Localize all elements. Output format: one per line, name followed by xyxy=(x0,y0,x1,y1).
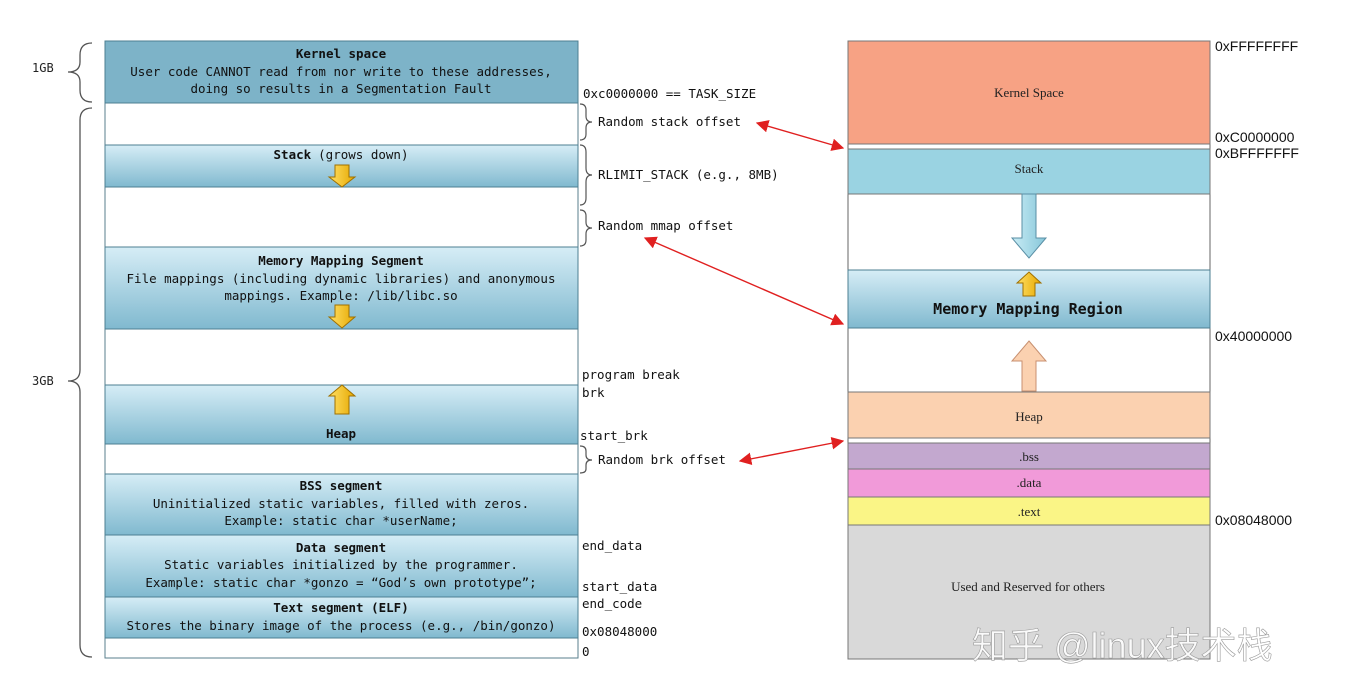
memory-layout-diagram: 1GB 3GB Kernel space User code CANNOT re… xyxy=(32,38,1299,666)
addr-ffffffff: 0xFFFFFFFF xyxy=(1215,38,1298,54)
end-data-label: end_data xyxy=(582,538,642,553)
addr-c0000000: 0xC0000000 xyxy=(1215,129,1295,145)
mmap-line1: File mappings (including dynamic librari… xyxy=(127,271,556,286)
stack-offset-connector xyxy=(755,120,845,151)
stack-title: Stack xyxy=(274,147,312,162)
task-size-label: 0xc0000000 == TASK_SIZE xyxy=(583,86,756,101)
stack-suffix: (grows down) xyxy=(318,147,408,162)
stack-label: Stack (grows down) xyxy=(274,147,409,162)
mmap-region-label: Memory Mapping Region xyxy=(933,300,1123,318)
text-title: Text segment (ELF) xyxy=(273,600,408,615)
bss-line2: Example: static char *userName; xyxy=(224,513,457,528)
mmap-line2: mappings. Example: /lib/libc.so xyxy=(224,288,457,303)
mmap-title: Memory Mapping Segment xyxy=(258,253,424,268)
start-brk-label: start_brk xyxy=(580,428,648,443)
addr-08048000-label: 0x08048000 xyxy=(582,624,657,639)
data-line1: Static variables initialized by the prog… xyxy=(164,557,518,572)
addr-08048000-right: 0x08048000 xyxy=(1215,512,1292,528)
data-block-label: .data xyxy=(1017,475,1042,490)
left-diagram: 1GB 3GB Kernel space User code CANNOT re… xyxy=(32,40,779,659)
program-break-label: program break xyxy=(582,367,680,382)
rlimit-stack-label: RLIMIT_STACK (e.g., 8MB) xyxy=(598,167,779,182)
right-diagram: Kernel Space Stack Memory Mapping Region… xyxy=(847,38,1299,660)
text-line1: Stores the binary image of the process (… xyxy=(127,618,556,633)
heap-block-label: Heap xyxy=(1015,409,1042,424)
reserved-block-label: Used and Reserved for others xyxy=(951,579,1105,594)
random-stack-offset-label: Random stack offset xyxy=(598,114,741,129)
addr-bfffffff: 0xBFFFFFFF xyxy=(1215,145,1299,161)
brk-offset-connector xyxy=(738,436,845,466)
addr-40000000: 0x40000000 xyxy=(1215,328,1292,344)
mmap-offset-connector xyxy=(643,236,845,326)
data-line2: Example: static char *gonzo = “God’s own… xyxy=(145,575,536,590)
brace-1gb xyxy=(67,42,93,103)
watermark: 知乎 @linux技术栈 xyxy=(972,625,1273,666)
size-3gb-label: 3GB xyxy=(32,374,54,388)
zero-address-label: 0 xyxy=(582,644,590,659)
random-mmap-offset-label: Random mmap offset xyxy=(598,218,733,233)
kernel-space-block-label: Kernel Space xyxy=(994,85,1064,100)
heap-title: Heap xyxy=(326,426,356,441)
bss-title: BSS segment xyxy=(300,478,383,493)
stack-block-label: Stack xyxy=(1015,161,1044,176)
kernel-space-title: Kernel space xyxy=(296,46,387,61)
brace-random-stack xyxy=(579,103,593,141)
text-block-label: .text xyxy=(1018,504,1041,519)
start-data-label: start_data xyxy=(582,579,657,594)
random-brk-offset-label: Random brk offset xyxy=(598,452,726,467)
size-1gb-label: 1GB xyxy=(32,61,54,75)
brace-3gb xyxy=(67,107,93,658)
brace-rlimit-stack xyxy=(579,144,593,206)
brace-random-mmap xyxy=(579,209,593,247)
end-code-label: end_code xyxy=(582,596,642,611)
data-title: Data segment xyxy=(296,540,386,555)
bss-line1: Uninitialized static variables, filled w… xyxy=(153,496,529,511)
brk-label: brk xyxy=(582,385,605,400)
brace-random-brk xyxy=(579,445,593,474)
kernel-space-line1: User code CANNOT read from nor write to … xyxy=(130,64,551,79)
kernel-space-line2: doing so results in a Segmentation Fault xyxy=(190,81,491,96)
bss-block-label: .bss xyxy=(1019,449,1039,464)
